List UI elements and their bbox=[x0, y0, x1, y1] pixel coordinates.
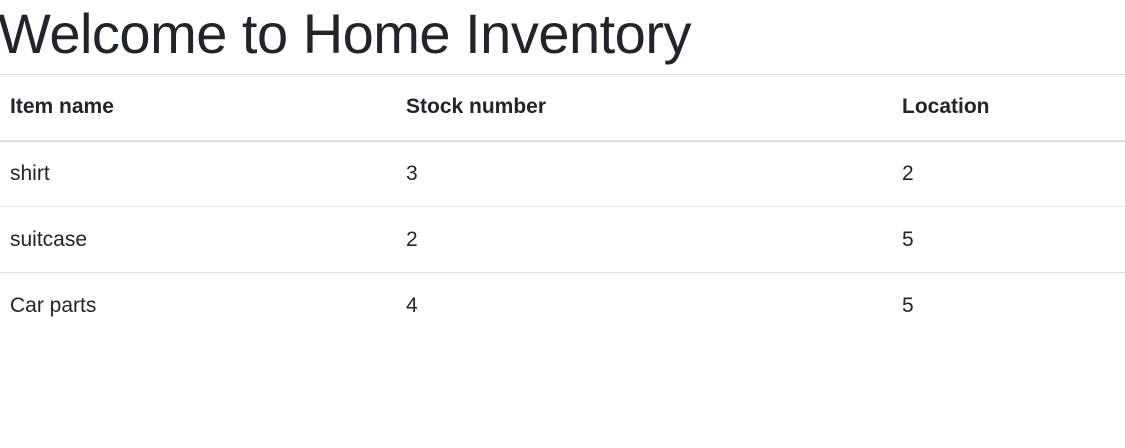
cell-item-name: suitcase bbox=[0, 206, 396, 273]
column-header-stock-number: Stock number bbox=[396, 74, 892, 142]
cell-stock-number: 2 bbox=[396, 206, 892, 273]
cell-stock-number: 4 bbox=[396, 272, 892, 339]
table-header: Item name Stock number Location bbox=[0, 74, 1125, 142]
table-row: suitcase 2 5 bbox=[0, 206, 1125, 273]
page-title: Welcome to Home Inventory bbox=[0, 2, 691, 65]
table-body: shirt 3 2 suitcase 2 5 Car parts 4 5 bbox=[0, 141, 1125, 339]
cell-item-name: Car parts bbox=[0, 272, 396, 339]
cell-location: 5 bbox=[892, 272, 1125, 339]
cell-location: 5 bbox=[892, 206, 1125, 273]
table-row: shirt 3 2 bbox=[0, 141, 1125, 207]
column-header-item-name: Item name bbox=[0, 74, 396, 142]
cell-item-name: shirt bbox=[10, 161, 50, 185]
cell-location: 2 bbox=[902, 161, 914, 185]
table-row: Car parts 4 5 bbox=[0, 272, 1125, 339]
cell-stock-number: 3 bbox=[406, 161, 418, 185]
table-header-row: Item name Stock number Location bbox=[0, 74, 1125, 142]
inventory-table: Item name Stock number Location shirt 3 … bbox=[0, 74, 1125, 339]
column-header-location: Location bbox=[892, 74, 1125, 142]
